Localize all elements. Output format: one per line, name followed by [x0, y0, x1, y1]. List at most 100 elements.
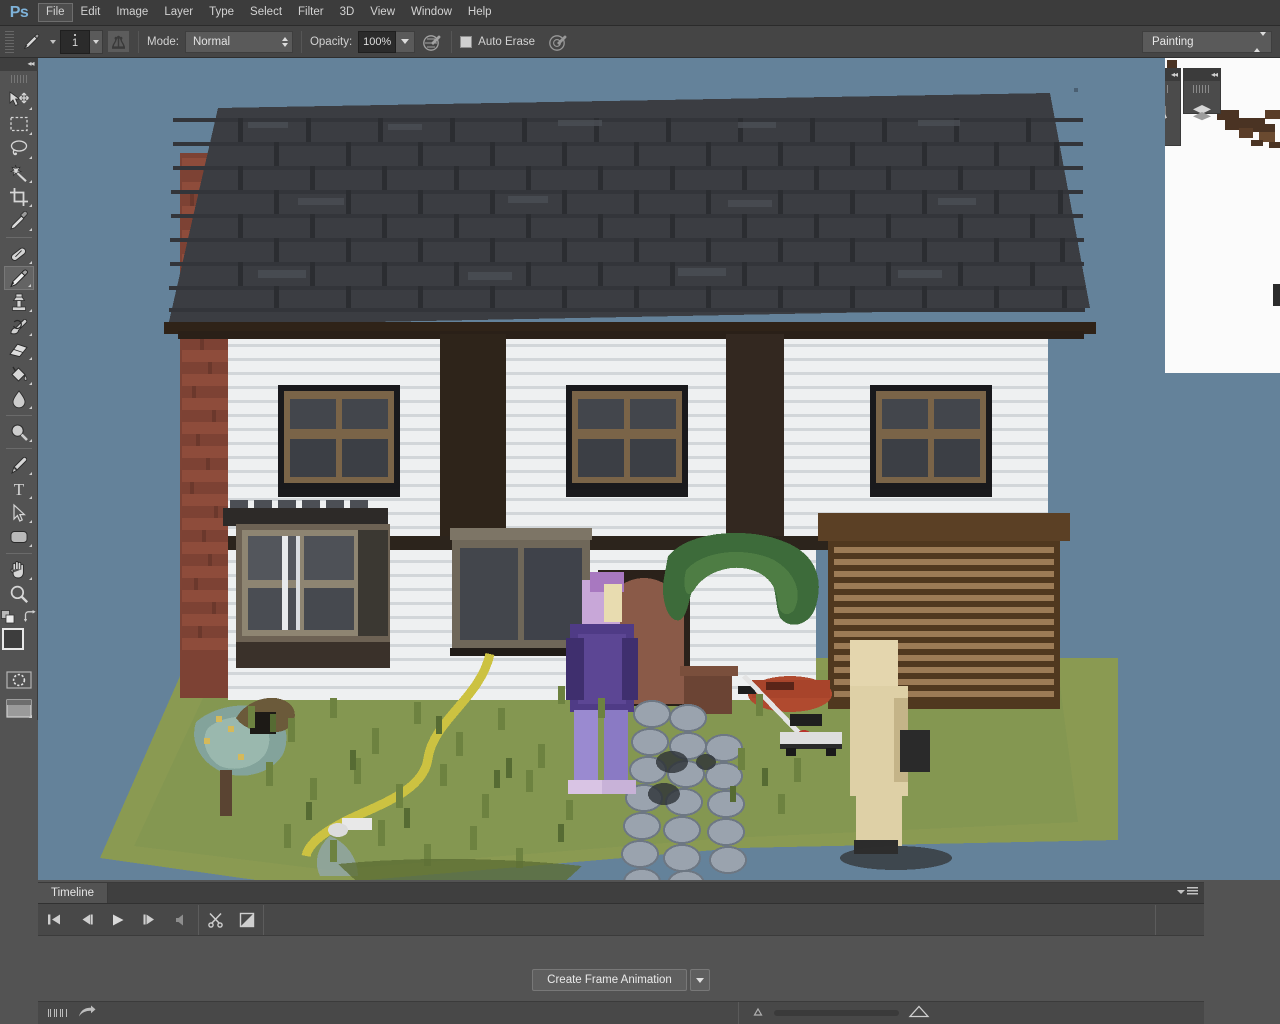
- menu-item-layer[interactable]: Layer: [156, 3, 201, 22]
- double-chevron-right-icon: ◂◂: [1210, 70, 1218, 79]
- quick-mask-button[interactable]: [4, 668, 34, 692]
- secondary-document-window[interactable]: ◂◂ A ¶ ◂◂: [1165, 58, 1280, 373]
- menu-item-window[interactable]: Window: [403, 3, 460, 22]
- menu-item-edit[interactable]: Edit: [73, 3, 109, 22]
- opacity-slider-button[interactable]: [396, 30, 416, 53]
- dock-grip-2[interactable]: [1193, 85, 1211, 93]
- tool-shape[interactable]: [4, 525, 34, 549]
- zoom-out-small-icon[interactable]: [751, 1006, 765, 1020]
- tool-path-selection[interactable]: [4, 501, 34, 525]
- workspace-select[interactable]: Painting: [1142, 30, 1272, 53]
- menu-item-file[interactable]: File: [38, 3, 73, 22]
- mode-label: Mode:: [147, 35, 179, 48]
- go-to-first-frame-button[interactable]: [38, 905, 70, 935]
- tool-pencil[interactable]: [3, 265, 34, 291]
- default-colors-icon[interactable]: [0, 609, 15, 627]
- tool-eyedropper[interactable]: [4, 209, 34, 233]
- blend-mode-select[interactable]: Normal: [184, 30, 293, 53]
- opacity-input[interactable]: 100%: [358, 30, 397, 53]
- menu-item-image[interactable]: Image: [108, 3, 156, 22]
- toolbar-grip[interactable]: [10, 74, 27, 84]
- chevron-down-icon: [93, 39, 99, 44]
- double-chevron-left-icon: ◂◂: [27, 59, 34, 69]
- color-controls-row: [0, 609, 37, 627]
- screen-mode-button[interactable]: [4, 698, 34, 720]
- hamburger-icon: [1187, 887, 1198, 896]
- dock-grip-1[interactable]: [1165, 85, 1170, 93]
- menu-item-help[interactable]: Help: [460, 3, 500, 22]
- tool-pen[interactable]: [4, 453, 34, 477]
- tool-rectangular-marquee[interactable]: [4, 112, 34, 136]
- render-video-icon[interactable]: [78, 1005, 96, 1021]
- transition-button[interactable]: [231, 905, 263, 935]
- flyout-indicator: [28, 333, 32, 337]
- timeline-right-filler: [1204, 882, 1280, 1024]
- tool-zoom[interactable]: [4, 582, 34, 606]
- zoom-slider-track[interactable]: [774, 1010, 899, 1016]
- tool-lasso[interactable]: [4, 137, 34, 161]
- create-frame-animation-dropdown[interactable]: [689, 969, 710, 991]
- tool-paint-bucket[interactable]: [4, 362, 34, 386]
- tool-clone-stamp[interactable]: [4, 290, 34, 314]
- tool-healing-brush[interactable]: [4, 242, 34, 266]
- split-clip-button[interactable]: [199, 905, 231, 935]
- brush-size-preview[interactable]: 1: [60, 29, 90, 54]
- paragraph-panel-icon[interactable]: ¶: [1165, 128, 1178, 160]
- auto-erase-checkbox[interactable]: [460, 35, 473, 48]
- pressure-opacity-icon[interactable]: [421, 31, 443, 53]
- current-tool-pencil-icon[interactable]: [18, 30, 44, 54]
- zoom-in-large-icon[interactable]: [908, 1005, 930, 1021]
- flyout-indicator: [28, 519, 32, 523]
- character-paragraph-dock[interactable]: ◂◂ A ¶: [1165, 68, 1181, 146]
- flyout-indicator: [28, 309, 32, 313]
- tool-blur[interactable]: [4, 387, 34, 411]
- tool-history-brush[interactable]: [4, 314, 34, 338]
- toolbar-divider-2: [5, 414, 32, 416]
- flyout-indicator: [28, 227, 32, 231]
- tool-dodge[interactable]: [4, 420, 34, 444]
- auto-erase-option[interactable]: Auto Erase: [460, 35, 541, 48]
- brush-panel-toggle-button[interactable]: [107, 30, 130, 53]
- tool-hand[interactable]: [4, 558, 34, 582]
- timeline-panel-menu-button[interactable]: [1177, 887, 1198, 896]
- menu-item-type[interactable]: Type: [201, 3, 242, 22]
- stepper-icon: [1254, 31, 1266, 52]
- tool-eraser[interactable]: [4, 338, 34, 362]
- tool-preset-chevron-down-icon[interactable]: [50, 39, 56, 44]
- tool-crop[interactable]: [4, 185, 34, 209]
- previous-frame-button[interactable]: [70, 905, 102, 935]
- create-frame-animation-button[interactable]: Create Frame Animation: [532, 969, 687, 991]
- options-divider: [138, 30, 139, 53]
- timeline-zoom-slider[interactable]: [739, 1005, 930, 1021]
- dock-collapse-button-2[interactable]: ◂◂: [1184, 69, 1220, 81]
- tool-type[interactable]: T: [4, 477, 34, 501]
- swap-colors-icon[interactable]: [23, 610, 37, 626]
- play-button[interactable]: [102, 905, 134, 935]
- flyout-indicator: [28, 438, 32, 442]
- options-bar-grip[interactable]: [5, 30, 14, 53]
- flyout-indicator: [27, 284, 31, 288]
- audio-mute-button[interactable]: [166, 905, 198, 935]
- convert-to-frame-animation-icon[interactable]: [48, 1009, 68, 1017]
- document-canvas[interactable]: [38, 58, 1280, 880]
- flyout-indicator: [28, 203, 32, 207]
- layers-dock[interactable]: ◂◂: [1183, 68, 1221, 120]
- tool-move[interactable]: [4, 88, 34, 112]
- next-frame-button[interactable]: [134, 905, 166, 935]
- create-frame-animation-group: Create Frame Animation: [532, 969, 710, 991]
- brush-size-dropdown-button[interactable]: [90, 29, 103, 54]
- toolbar-collapse-button[interactable]: ◂◂: [0, 58, 38, 71]
- character-panel-icon[interactable]: A: [1165, 96, 1178, 128]
- menu-item-filter[interactable]: Filter: [290, 3, 332, 22]
- pressure-size-icon[interactable]: [547, 31, 569, 53]
- foreground-color-swatch[interactable]: [1, 628, 24, 651]
- dock-collapse-button-1[interactable]: ◂◂: [1165, 69, 1180, 81]
- tool-magic-wand[interactable]: [4, 161, 34, 185]
- menu-item-3d[interactable]: 3D: [332, 3, 363, 22]
- menu-item-select[interactable]: Select: [242, 3, 290, 22]
- layers-panel-icon[interactable]: [1184, 96, 1220, 128]
- blend-mode-value: Normal: [192, 35, 231, 48]
- tab-timeline[interactable]: Timeline: [38, 883, 109, 903]
- menu-item-view[interactable]: View: [362, 3, 403, 22]
- brush-size-value: 1: [71, 37, 79, 49]
